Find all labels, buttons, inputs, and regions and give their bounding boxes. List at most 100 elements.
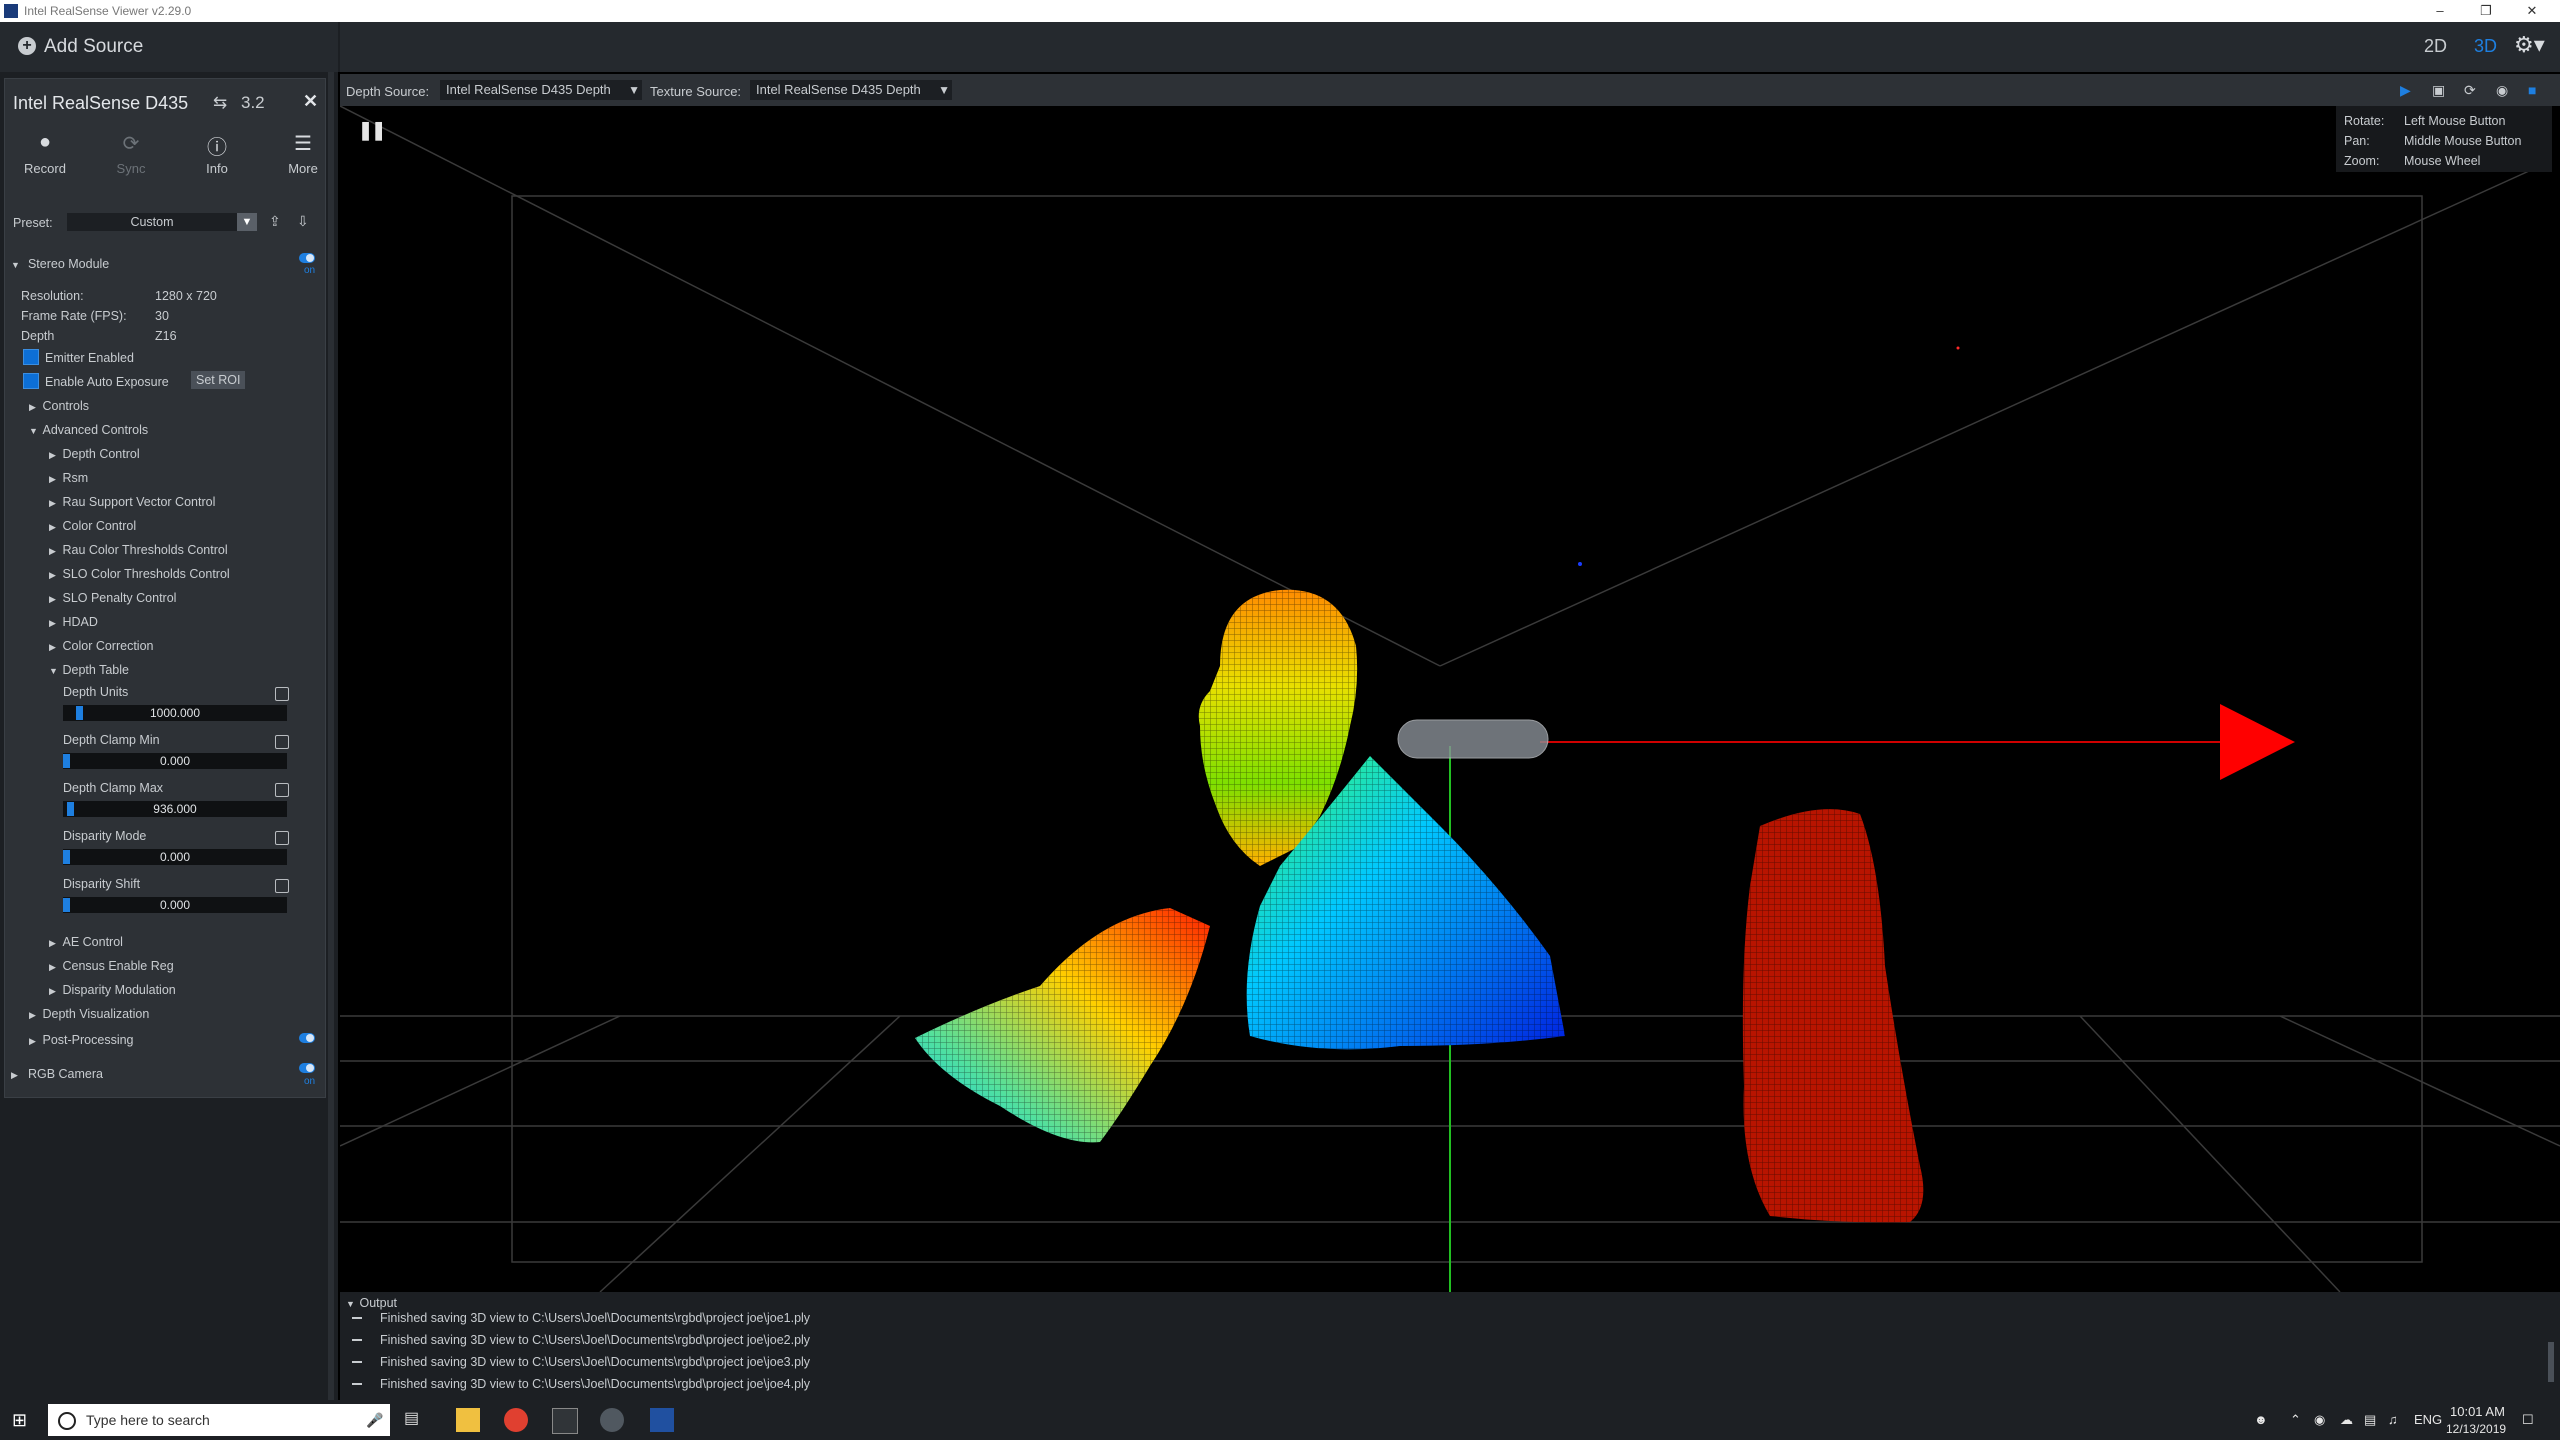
save-icon[interactable]: ▣ (2432, 82, 2445, 99)
sync-button[interactable]: ⟳ Sync (101, 131, 161, 176)
tray-app-icon[interactable]: ◉ (2314, 1412, 2325, 1428)
realsense-viewer-icon[interactable] (600, 1408, 624, 1432)
play-icon[interactable]: ▶ (2400, 82, 2411, 99)
slider-value: 1000.000 (149, 706, 201, 720)
clock-time[interactable]: 10:01 AM (2450, 1404, 2505, 1419)
volume-icon[interactable]: ♫ (2388, 1412, 2398, 1427)
slider-value: 0.000 (159, 754, 191, 768)
file-explorer-icon[interactable] (456, 1408, 480, 1432)
pointcloud-canvas[interactable] (340, 106, 2560, 1292)
advanced-control-item[interactable]: ▶ SLO Penalty Control (49, 591, 176, 605)
advanced-control-item[interactable]: ▶ HDAD (49, 615, 98, 629)
realsense-app-icon[interactable] (650, 1408, 674, 1432)
log-line[interactable]: Finished saving 3D view to C:\Users\Joel… (348, 1352, 2548, 1372)
remove-device-button[interactable]: ✕ (303, 91, 318, 112)
add-source-button[interactable]: + Add Source (0, 22, 340, 72)
settings-gear-icon[interactable]: ⚙▾ (2514, 32, 2545, 58)
app-logo-icon (4, 4, 18, 18)
depth-format-value[interactable]: Z16 (155, 329, 177, 343)
post-processing-switch[interactable] (299, 1033, 315, 1043)
notifications-icon[interactable]: ☐ (2522, 1412, 2534, 1428)
tray-overflow-icon[interactable]: ⌃ (2290, 1412, 2301, 1428)
depth-visualization-toggle[interactable]: ▶ Depth Visualization (29, 1007, 149, 1021)
download-icon[interactable]: ⇩ (297, 213, 309, 230)
taskbar-search-input[interactable]: Type here to search 🎤 (48, 1404, 390, 1436)
depth-source-dropdown[interactable]: Intel RealSense D435 Depth ▼ (440, 80, 642, 100)
view-3d-button[interactable]: 3D (2474, 36, 2497, 57)
mouse-controls-help: Rotate: Left Mouse Button Pan: Middle Mo… (2336, 106, 2552, 172)
pointcloud-settings-icon[interactable]: ◉ (2496, 82, 2508, 99)
camera-model-icon (1397, 719, 1549, 759)
log-line[interactable]: Finished saving 3D view to C:\Users\Joel… (348, 1374, 2548, 1394)
depth-table-slider[interactable]: 0.000 (63, 897, 287, 913)
info-button[interactable]: ⓘ Info (187, 131, 247, 176)
window-titlebar: Intel RealSense Viewer v2.29.0 – ❐ ✕ (0, 0, 2560, 22)
rotate-key: Rotate: (2344, 114, 2385, 128)
edit-icon[interactable] (275, 831, 289, 845)
advanced-control-item[interactable]: ▶ Census Enable Reg (49, 959, 174, 973)
depth-table-toggle[interactable]: ▼ Depth Table (49, 663, 129, 677)
resolution-value[interactable]: 1280 x 720 (155, 289, 217, 303)
output-scrollbar[interactable] (2548, 1342, 2554, 1382)
people-icon[interactable]: ☻ (2254, 1412, 2268, 1427)
advanced-control-item[interactable]: ▶ Disparity Modulation (49, 983, 176, 997)
more-button[interactable]: ☰ More (273, 131, 333, 176)
record-button[interactable]: ● Record (15, 131, 75, 176)
pause-icon[interactable]: ❚❚ (358, 120, 386, 141)
clock-date[interactable]: 12/13/2019 (2446, 1422, 2506, 1436)
advanced-control-item[interactable]: ▶ Rau Support Vector Control (49, 495, 215, 509)
minimize-button[interactable]: – (2420, 2, 2460, 20)
upload-icon[interactable]: ⇪ (269, 213, 281, 230)
advanced-control-item[interactable]: ▶ AE Control (49, 935, 123, 949)
advanced-control-item[interactable]: ▶ SLO Color Thresholds Control (49, 567, 230, 581)
info-label: Info (206, 161, 228, 176)
network-icon[interactable]: ▤ (2364, 1412, 2376, 1428)
edit-icon[interactable] (275, 879, 289, 893)
rgb-camera-toggle[interactable]: ▶ RGB Camera (11, 1067, 103, 1081)
depth-table-slider[interactable]: 0.000 (63, 849, 287, 865)
microphone-icon[interactable]: 🎤 (366, 1412, 383, 1429)
restore-button[interactable]: ❐ (2466, 2, 2506, 20)
log-line[interactable]: Finished saving 3D view to C:\Users\Joel… (348, 1308, 2548, 1328)
depth-table-slider[interactable]: 936.000 (63, 801, 287, 817)
texture-source-dropdown[interactable]: Intel RealSense D435 Depth ▼ (750, 80, 952, 100)
language-indicator[interactable]: ENG (2414, 1412, 2442, 1427)
set-roi-button[interactable]: Set ROI (191, 371, 246, 389)
advanced-control-item[interactable]: ▶ Color Correction (49, 639, 154, 653)
advanced-control-item[interactable]: ▶ Depth Control (49, 447, 140, 461)
auto-exposure-checkbox[interactable] (23, 373, 39, 389)
terminal-icon[interactable] (552, 1408, 578, 1434)
depth-table-slider[interactable]: 1000.000 (63, 705, 287, 721)
edit-icon[interactable] (275, 735, 289, 749)
3d-viewport[interactable]: ❚❚ Rotate: Left Mouse Button Pan: Middle… (340, 106, 2560, 1292)
windows-start-icon[interactable]: ⊞ (12, 1408, 36, 1432)
advanced-control-item[interactable]: ▶ Rau Color Thresholds Control (49, 543, 228, 557)
preset-dropdown[interactable]: Custom ▼ (67, 213, 257, 231)
fps-value[interactable]: 30 (155, 309, 169, 323)
stereo-module-toggle[interactable]: ▼ Stereo Module (11, 257, 109, 271)
reset-view-icon[interactable]: ⟳ (2464, 82, 2476, 99)
output-panel: ▼ Output Finished saving 3D view to C:\U… (340, 1292, 2560, 1400)
advanced-controls-toggle[interactable]: ▼ Advanced Controls (29, 423, 148, 437)
sidebar-scrollbar[interactable] (328, 72, 334, 1402)
view-2d-button[interactable]: 2D (2424, 36, 2447, 57)
dash-icon (352, 1317, 362, 1319)
edit-icon[interactable] (275, 783, 289, 797)
advanced-control-item[interactable]: ▶ Rsm (49, 471, 88, 485)
controls-toggle[interactable]: ▶ Controls (29, 399, 89, 413)
onedrive-icon[interactable]: ☁ (2340, 1412, 2353, 1428)
close-window-button[interactable]: ✕ (2512, 2, 2552, 20)
preset-value: Custom (130, 215, 174, 229)
emitter-checkbox[interactable] (23, 349, 39, 365)
stereo-module-switch[interactable] (299, 253, 315, 263)
lock-icon[interactable]: ■ (2528, 82, 2536, 98)
edit-icon[interactable] (275, 687, 289, 701)
chrome-icon[interactable] (504, 1408, 528, 1432)
depth-table-slider[interactable]: 0.000 (63, 753, 287, 769)
slider-value: 0.000 (159, 850, 191, 864)
advanced-control-item[interactable]: ▶ Color Control (49, 519, 136, 533)
rgb-camera-switch[interactable] (299, 1063, 315, 1073)
post-processing-toggle[interactable]: ▶ Post-Processing (29, 1033, 134, 1047)
task-view-icon[interactable]: ▤ (404, 1408, 428, 1432)
log-line[interactable]: Finished saving 3D view to C:\Users\Joel… (348, 1330, 2548, 1350)
